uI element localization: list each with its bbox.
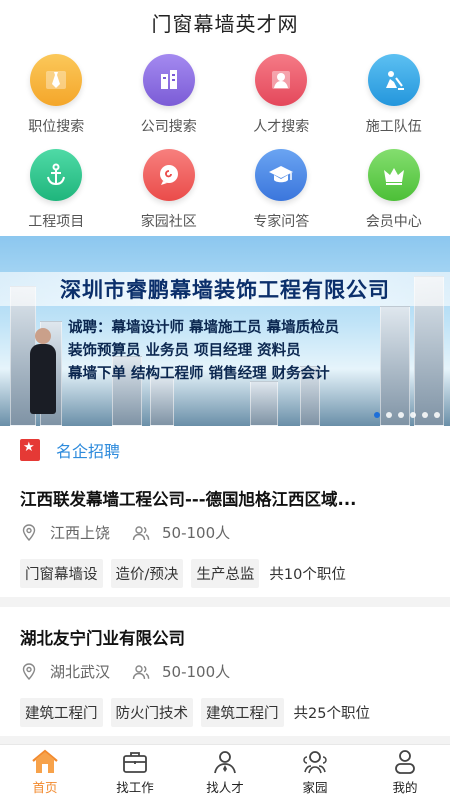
carousel-indicator[interactable] bbox=[374, 412, 440, 418]
people-icon bbox=[132, 525, 150, 540]
tab-label: 找人才 bbox=[206, 780, 244, 795]
job-tags: 门窗幕墙设 造价/预决 生产总监 共10个职位 bbox=[20, 559, 430, 588]
job-tags: 建筑工程门 防火门技术 建筑工程门 共25个职位 bbox=[20, 698, 430, 727]
graduation-cap-icon bbox=[255, 149, 308, 201]
carousel-dot[interactable] bbox=[422, 412, 428, 418]
grid-item-label: 公司搜索 bbox=[140, 119, 197, 135]
section-title: 名企招聘 bbox=[56, 442, 121, 461]
page-title: 门窗幕墙英才网 bbox=[151, 11, 299, 36]
job-tag[interactable]: 防火门技术 bbox=[110, 698, 193, 727]
job-count: 共25个职位 bbox=[293, 706, 370, 722]
grid-item-talent-search[interactable]: 人才搜索 bbox=[225, 54, 338, 149]
feature-grid: 职位搜索 公司搜索 人才搜索 施工队伍 工程项目 家园社区 专家问答 会员中心 bbox=[0, 44, 450, 244]
job-tag[interactable]: 门窗幕墙设 bbox=[20, 559, 103, 588]
location-pin-icon bbox=[22, 662, 36, 680]
company-meta: 江西上饶 50-100人 bbox=[20, 522, 430, 543]
chat-icon bbox=[142, 149, 195, 201]
grid-item-member-center[interactable]: 会员中心 bbox=[338, 149, 450, 244]
card-divider bbox=[0, 597, 450, 607]
banner-line-3: 幕墙下单 结构工程师 销售经理 财务会计 bbox=[68, 366, 330, 382]
tab-home[interactable]: 首页 bbox=[0, 745, 90, 800]
home-icon bbox=[32, 749, 58, 773]
person-card-icon bbox=[255, 54, 308, 106]
user-icon bbox=[214, 751, 236, 774]
app-header: 门窗幕墙英才网 bbox=[0, 0, 450, 44]
tab-label: 家园 bbox=[302, 780, 328, 795]
featured-companies-header: 名企招聘 bbox=[20, 438, 120, 462]
grid-item-label: 家园社区 bbox=[140, 214, 197, 230]
grid-item-label: 职位搜索 bbox=[28, 119, 85, 135]
tab-label: 我的 bbox=[392, 780, 418, 795]
banner-line-2: 装饰预算员 业务员 项目经理 资料员 bbox=[68, 343, 301, 359]
company-meta: 湖北武汉 50-100人 bbox=[20, 661, 430, 682]
promo-banner[interactable]: 深圳市睿鹏幕墙装饰工程有限公司 诚聘：幕墙设计师 幕墙施工员 幕墙质检员 装饰预… bbox=[0, 236, 450, 426]
grid-item-expert-qa[interactable]: 专家问答 bbox=[225, 149, 338, 244]
carousel-dot[interactable] bbox=[386, 412, 392, 418]
crown-icon bbox=[367, 149, 420, 201]
tab-community[interactable]: 家园 bbox=[270, 745, 360, 800]
tab-label: 首页 bbox=[32, 780, 58, 795]
company-size: 50-100人 bbox=[162, 663, 231, 681]
carousel-dot[interactable] bbox=[374, 412, 380, 418]
grid-item-construction-team[interactable]: 施工队伍 bbox=[338, 54, 450, 149]
community-icon bbox=[303, 751, 327, 774]
grid-item-label: 施工队伍 bbox=[365, 119, 422, 135]
job-tag[interactable]: 造价/预决 bbox=[110, 559, 184, 588]
building-decoration bbox=[150, 376, 174, 426]
bookmark-star-icon bbox=[20, 439, 40, 461]
tie-icon bbox=[30, 54, 83, 106]
banner-line-1: 诚聘：幕墙设计师 幕墙施工员 幕墙质检员 bbox=[68, 320, 340, 336]
job-count: 共10个职位 bbox=[269, 567, 346, 583]
grid-item-label: 会员中心 bbox=[365, 214, 422, 230]
company-location: 江西上饶 bbox=[50, 524, 111, 542]
tab-profile[interactable]: 我的 bbox=[360, 745, 450, 800]
grid-item-label: 人才搜索 bbox=[253, 119, 310, 135]
company-location: 湖北武汉 bbox=[50, 663, 111, 681]
worker-icon bbox=[367, 54, 420, 106]
building-decoration bbox=[380, 306, 410, 426]
company-name[interactable]: 江西联发幕墙工程公司---德国旭格江西区域... bbox=[20, 486, 430, 510]
grid-item-projects[interactable]: 工程项目 bbox=[0, 149, 113, 244]
grid-item-label: 工程项目 bbox=[28, 214, 85, 230]
building-decoration bbox=[250, 381, 278, 426]
tab-find-job[interactable]: 找工作 bbox=[90, 745, 180, 800]
company-card[interactable]: 江西联发幕墙工程公司---德国旭格江西区域... 江西上饶 50-100人 门窗… bbox=[0, 486, 450, 588]
location-pin-icon bbox=[22, 523, 36, 541]
people-icon bbox=[132, 664, 150, 679]
carousel-dot[interactable] bbox=[410, 412, 416, 418]
company-card[interactable]: 湖北友宁门业有限公司 湖北武汉 50-100人 建筑工程门 防火门技术 建筑工程… bbox=[0, 625, 450, 727]
grid-item-job-search[interactable]: 职位搜索 bbox=[0, 54, 113, 149]
profile-icon bbox=[395, 750, 415, 774]
anchor-icon bbox=[30, 149, 83, 201]
briefcase-icon bbox=[123, 752, 147, 773]
banner-company-name: 深圳市睿鹏幕墙装饰工程有限公司 bbox=[0, 272, 450, 306]
job-tag[interactable]: 生产总监 bbox=[191, 559, 260, 588]
grid-item-label: 专家问答 bbox=[253, 214, 310, 230]
grid-item-company-search[interactable]: 公司搜索 bbox=[113, 54, 226, 149]
businessman-figure bbox=[30, 328, 56, 414]
bottom-tab-bar: 首页 找工作 找人才 家园 我的 bbox=[0, 744, 450, 800]
carousel-dot[interactable] bbox=[398, 412, 404, 418]
company-name[interactable]: 湖北友宁门业有限公司 bbox=[20, 625, 430, 649]
job-tag[interactable]: 建筑工程门 bbox=[20, 698, 103, 727]
tab-label: 找工作 bbox=[116, 780, 154, 795]
tab-find-talent[interactable]: 找人才 bbox=[180, 745, 270, 800]
grid-item-community[interactable]: 家园社区 bbox=[113, 149, 226, 244]
carousel-dot[interactable] bbox=[434, 412, 440, 418]
building-icon bbox=[142, 54, 195, 106]
company-size: 50-100人 bbox=[162, 524, 231, 542]
job-tag[interactable]: 建筑工程门 bbox=[201, 698, 284, 727]
